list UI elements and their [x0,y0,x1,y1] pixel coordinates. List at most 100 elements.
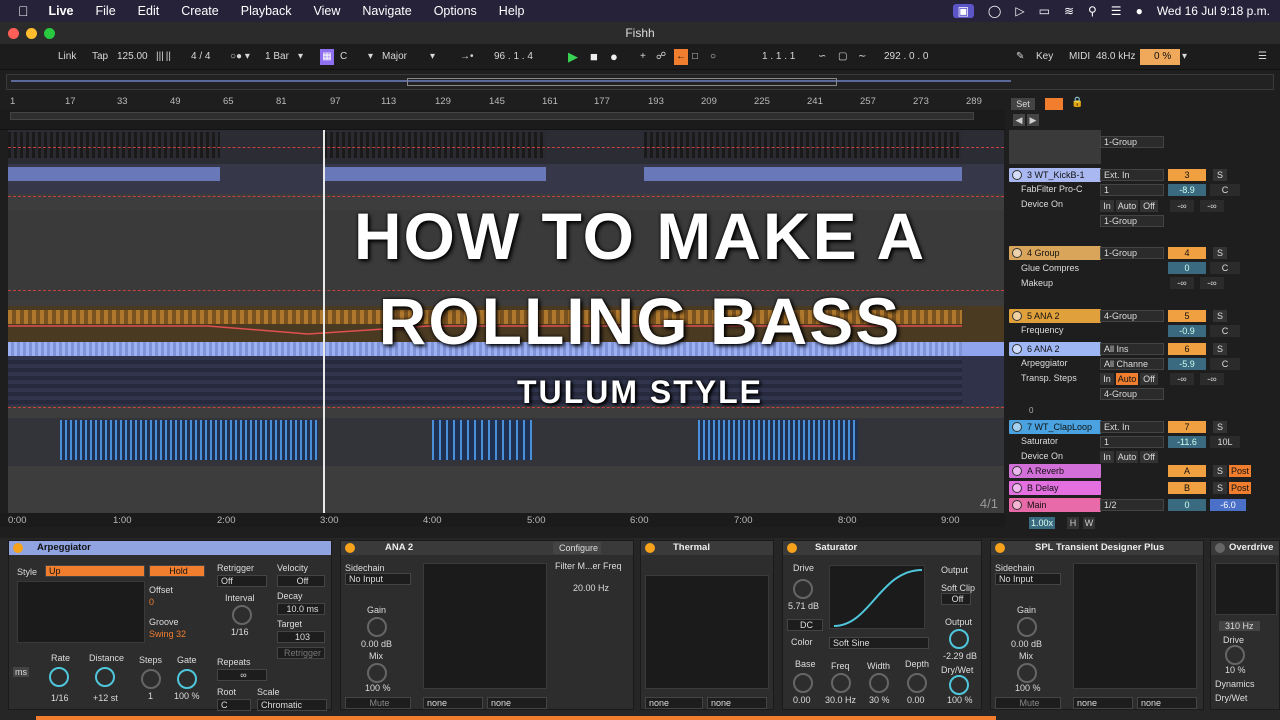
macro-select[interactable]: none [423,697,483,709]
hamburger-icon[interactable]: ☰ [1258,49,1267,65]
fold-icon[interactable] [1012,500,1022,510]
follow-icon[interactable]: →• [460,49,474,65]
wifi-icon[interactable]: ≋ [1064,4,1074,18]
device-title[interactable]: SPL Transient Designer Plus [991,541,1203,555]
zoom-window-button[interactable] [44,28,55,39]
audio-clip[interactable] [432,420,532,460]
monitor-auto-button[interactable]: Auto [1116,451,1138,463]
midi-clip[interactable] [324,132,546,158]
tap-button[interactable]: Tap [92,49,108,65]
drywet-knob[interactable] [949,675,969,695]
drive-knob[interactable] [1225,645,1245,665]
audio-clip[interactable] [60,420,318,460]
capture-icon[interactable]: □ [692,49,698,65]
saturator-device[interactable]: Saturator Drive 5.71 dB DC Color Soft Si… [782,540,982,710]
quantize-select[interactable]: 1 Bar [265,49,289,65]
plugin-display[interactable] [423,563,547,689]
menu-edit[interactable]: Edit [138,4,160,18]
device-title[interactable]: Saturator [783,541,981,555]
solo-button[interactable]: S [1213,465,1227,477]
monitor-off-button[interactable]: Off [1140,451,1158,463]
play-button[interactable]: ▶ [568,49,578,65]
device-title[interactable]: Thermal [641,541,773,555]
input-channel-select[interactable]: 1 [1100,436,1164,448]
freq-knob[interactable] [831,673,851,693]
filter-value[interactable]: 20.00 Hz [573,583,609,593]
punch-in-icon[interactable]: ∽ [818,49,826,65]
main-track[interactable]: Main [1009,498,1101,512]
mute-button[interactable]: Mute [345,697,411,709]
audio-clip[interactable] [8,167,220,181]
fold-icon[interactable] [1012,483,1022,493]
loop-length-field[interactable]: 292 . 0 . 0 [884,49,928,65]
siri-icon[interactable]: ● [1136,4,1143,18]
loop-brace-ruler[interactable] [0,110,1005,130]
param-chooser[interactable]: Device On [1017,450,1101,463]
pan-field[interactable]: 10L [1210,436,1240,448]
search-icon[interactable]: ⚲ [1088,4,1097,18]
minimize-window-button[interactable] [26,28,37,39]
color-label[interactable]: Color [791,637,813,647]
gate-knob[interactable] [177,669,197,689]
depth-knob[interactable] [907,673,927,693]
horizontal-scrollbar[interactable] [36,716,996,720]
return-track-reverb[interactable]: A Reverb [1009,464,1101,478]
track-header-clap[interactable]: 7 WT_ClapLoop [1009,420,1101,434]
rate-knob[interactable] [49,667,69,687]
battery-icon[interactable]: ▭ [1039,4,1050,18]
track-activator[interactable]: 7 [1168,421,1206,433]
track-header-kick[interactable]: 3 WT_KickB-1 [1009,168,1101,182]
dc-button[interactable]: DC [787,619,823,631]
nudge-icon[interactable]: ||| || [156,49,171,65]
groove-select[interactable]: Swing 32 [149,629,186,639]
key-map-button[interactable]: Key [1036,49,1053,65]
arrange-lock-icon[interactable] [1045,98,1063,110]
beat-ruler[interactable]: 1 17 33 49 65 81 97 113 129 145 161 177 … [0,96,1005,110]
post-button[interactable]: Post [1229,465,1251,477]
device-on-icon[interactable] [345,543,355,553]
base-knob[interactable] [793,673,813,693]
input-channel-select[interactable]: All Channe [1100,358,1164,370]
sidechain-select[interactable]: No Input [995,573,1061,585]
grid-fraction[interactable]: 4/1 [980,496,998,511]
gain-knob[interactable] [1017,617,1037,637]
menu-file[interactable]: File [96,4,116,18]
interval-knob[interactable] [232,605,252,625]
track-lane[interactable] [8,418,1004,466]
softclip-button[interactable]: Off [941,593,971,605]
track-activator[interactable]: A [1168,465,1206,477]
stop-button[interactable]: ■ [590,49,598,65]
menu-options[interactable]: Options [434,4,477,18]
hold-button[interactable]: Hold [149,565,205,577]
pan-field[interactable]: C [1210,358,1240,370]
style-select[interactable]: Up [45,565,145,577]
metronome-icon[interactable]: ○● ▾ [230,49,250,65]
width-knob[interactable] [869,673,889,693]
root-select[interactable]: C [217,699,251,711]
overdub-icon[interactable]: + [640,49,646,65]
mute-button[interactable]: Mute [995,697,1061,709]
record-button[interactable]: ● [610,49,618,65]
main-volume-field[interactable]: -6.0 [1210,499,1246,511]
track-activator[interactable]: B [1168,482,1206,494]
thermal-device[interactable]: Thermal none none [640,540,774,710]
input-channel-select[interactable]: 1 [1100,184,1164,196]
track-activator[interactable]: 3 [1168,169,1206,181]
play-circle-icon[interactable]: ▷ [1015,4,1024,18]
control-center-icon[interactable]: ☰ [1111,4,1122,18]
drive-knob[interactable] [793,579,813,599]
key-select[interactable]: C [340,49,347,65]
screen-record-icon[interactable]: ▣ [952,4,974,18]
pan-field[interactable]: C [1210,184,1240,196]
monitor-in-button[interactable]: In [1100,451,1114,463]
macro-select[interactable]: none [1137,697,1197,709]
volume-field[interactable]: -5.9 [1168,358,1206,370]
set-button[interactable]: Set [1011,98,1035,110]
automation-arm-icon[interactable]: ☍ [656,49,666,65]
plugin-display[interactable] [1073,563,1197,689]
menu-view[interactable]: View [313,4,340,18]
tempo-field[interactable]: 125.00 [117,49,148,65]
macro-select[interactable]: none [487,697,547,709]
distance-knob[interactable] [95,667,115,687]
arpeggiator-device[interactable]: Arpeggiator Style Up Hold Offset 0 Groov… [8,540,332,711]
